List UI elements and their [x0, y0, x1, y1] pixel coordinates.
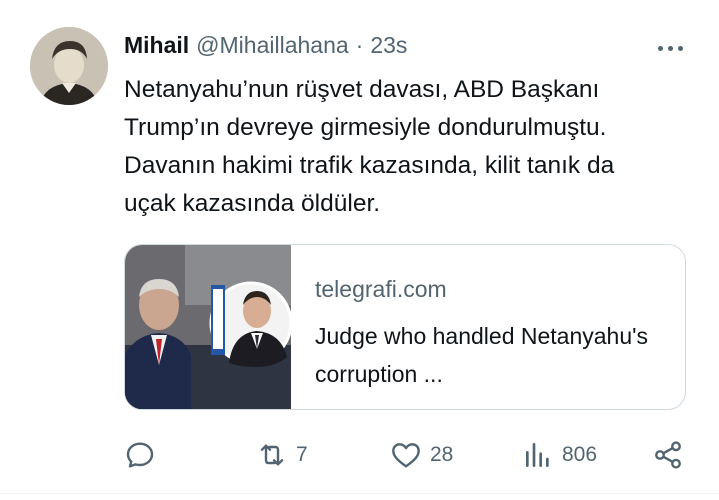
- author-handle[interactable]: @Mihaillahana: [196, 32, 349, 59]
- retweet-icon: [260, 444, 284, 466]
- share-icon: [655, 441, 681, 469]
- heart-icon: [392, 443, 420, 468]
- author-name[interactable]: Mihail: [124, 32, 189, 59]
- views-button[interactable]: 806: [522, 435, 597, 475]
- like-count: 28: [430, 443, 454, 466]
- retweet-count: 7: [296, 443, 308, 466]
- card-domain: telegrafi.com: [315, 276, 447, 302]
- card-title: Judge who handled Netanyahu's corruption…: [315, 323, 649, 387]
- like-button[interactable]: 28: [390, 435, 453, 475]
- more-options-icon[interactable]: [650, 38, 690, 58]
- separator-dot: ·: [355, 32, 364, 58]
- share-button[interactable]: [652, 435, 684, 475]
- avatar-portrait-image: [30, 27, 108, 105]
- link-preview-image: [125, 245, 291, 409]
- reply-icon: [126, 442, 154, 468]
- action-bar: 7 28 806: [0, 435, 719, 475]
- link-preview-card[interactable]: telegrafi.com Judge who handled Netanyah…: [124, 244, 686, 410]
- avatar[interactable]: [30, 27, 108, 105]
- divider: [0, 493, 719, 494]
- tweet-timestamp[interactable]: 23s: [370, 32, 407, 59]
- retweet-button[interactable]: 7: [256, 435, 308, 475]
- views-icon: [526, 443, 549, 467]
- tweet-header: Mihail @Mihaillahana · 23s: [124, 32, 407, 59]
- tweet-text: Netanyahu’nun rüşvet davası, ABD Başkanı…: [124, 76, 615, 217]
- tweet[interactable]: Mihail @Mihaillahana · 23s Netanyahu’nun…: [0, 0, 719, 500]
- views-count: 806: [562, 443, 598, 466]
- reply-button[interactable]: [124, 435, 156, 475]
